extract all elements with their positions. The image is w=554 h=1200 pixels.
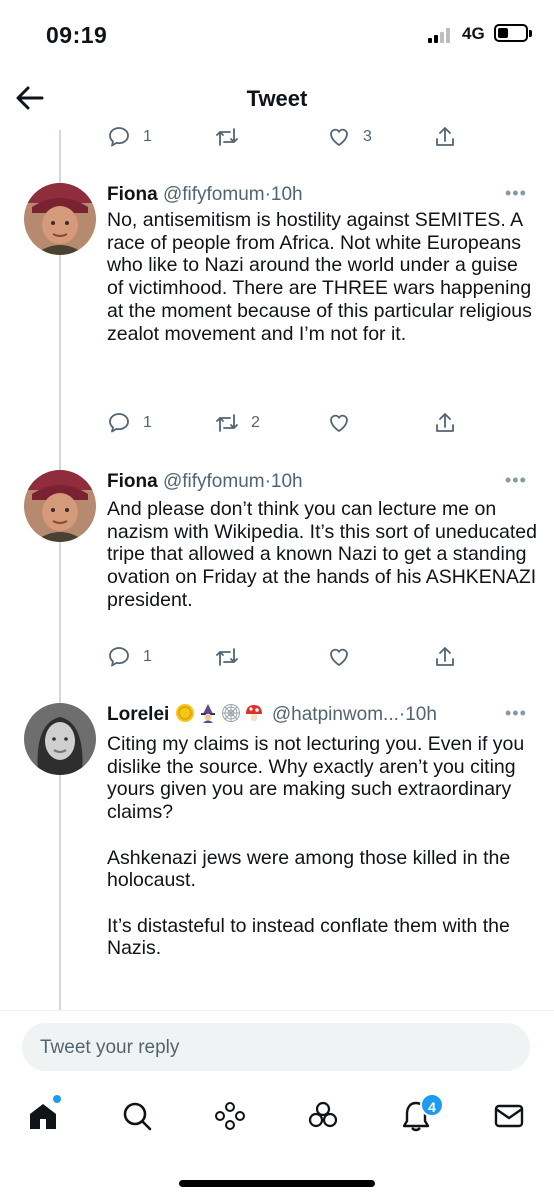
status-bar: 09:19 4G: [0, 0, 554, 68]
tweet-text: No, antisemitism is hostility against SE…: [107, 209, 532, 345]
bottom-tab-bar: 4: [0, 1082, 554, 1162]
more-options-icon[interactable]: •••: [505, 183, 527, 204]
reply-count: 1: [143, 128, 152, 145]
user-handle[interactable]: @fifyfomum: [163, 471, 265, 492]
messages-icon: [494, 1104, 524, 1128]
retweet-icon: [216, 414, 238, 432]
home-indicator: [179, 1180, 375, 1187]
share-button[interactable]: [433, 122, 457, 152]
witch-emoji-icon: [200, 704, 215, 723]
tweet-paragraph: Ashkenazi jews were among those killed i…: [107, 846, 511, 892]
avatar[interactable]: [24, 470, 96, 542]
retweet-button[interactable]: [215, 642, 251, 672]
user-handle[interactable]: @hatpinwom...: [272, 704, 399, 725]
like-button[interactable]: [327, 408, 363, 438]
thread-line: [59, 130, 61, 1010]
tweet-text: Citing my claims is not lecturing you. E…: [107, 733, 537, 960]
tweet-paragraph: Citing my claims is not lecturing you. E…: [107, 733, 525, 824]
retweet-icon: [216, 648, 238, 666]
timestamp[interactable]: 10h: [271, 471, 303, 492]
share-button[interactable]: [433, 642, 457, 672]
notifications-badge: 4: [420, 1093, 444, 1117]
tweet-header: Fiona @fifyfomum·10h: [107, 183, 303, 207]
user-handle[interactable]: @fifyfomum: [163, 184, 265, 205]
tweet-text: And please don’t think you can lecture m…: [107, 498, 537, 611]
tweet-header: Lorelei @hatpinwom...·10h: [107, 703, 437, 727]
reply-button[interactable]: 1: [107, 122, 152, 152]
share-icon: [436, 127, 454, 146]
status-time: 09:19: [46, 22, 108, 48]
reply-bar: Tweet your reply: [0, 1010, 554, 1082]
spaces-icon: [215, 1102, 245, 1130]
mushroom-emoji-icon: [245, 705, 262, 721]
tweet-header: Fiona @fifyfomum·10h: [107, 470, 303, 494]
heart-icon: [330, 414, 348, 432]
display-name[interactable]: Fiona: [107, 471, 158, 492]
home-icon: [30, 1104, 56, 1129]
retweet-button[interactable]: [215, 122, 251, 152]
timestamp[interactable]: 10h: [405, 704, 437, 725]
avatar[interactable]: [24, 703, 96, 775]
communities-icon: [308, 1101, 338, 1128]
tab-communities[interactable]: [303, 1096, 343, 1136]
reply-placeholder: Tweet your reply: [40, 1037, 180, 1058]
nav-header: Tweet: [0, 68, 554, 130]
avatar[interactable]: [24, 183, 96, 255]
reply-icon: [109, 413, 129, 433]
tab-spaces[interactable]: [210, 1096, 250, 1136]
share-icon: [436, 413, 454, 432]
tweet-actions: 1 2: [107, 408, 467, 438]
spider-web-emoji-icon: [221, 704, 240, 722]
display-name[interactable]: Lorelei: [107, 704, 169, 725]
like-button[interactable]: 3: [327, 122, 372, 152]
tweet-paragraph: It’s distasteful to instead conflate the…: [107, 914, 510, 960]
network-type: 4G: [462, 24, 485, 43]
retweet-button[interactable]: 2: [215, 408, 260, 438]
reply-icon: [109, 647, 129, 667]
more-options-icon[interactable]: •••: [505, 703, 527, 724]
battery-icon: [494, 24, 532, 42]
reply-icon: [109, 127, 129, 147]
reply-count: 1: [143, 648, 152, 665]
timestamp[interactable]: 10h: [271, 184, 303, 205]
reply-button[interactable]: 1: [107, 408, 152, 438]
tweet-actions: 1: [107, 642, 467, 672]
more-options-icon[interactable]: •••: [505, 470, 527, 491]
avatar-image: [24, 183, 96, 255]
retweet-count: 2: [251, 414, 260, 431]
tab-messages[interactable]: [489, 1096, 529, 1136]
display-name[interactable]: Fiona: [107, 184, 158, 205]
search-icon: [123, 1102, 152, 1131]
avatar-image: [24, 703, 96, 775]
avatar-image: [24, 470, 96, 542]
coin-emoji-icon: [175, 704, 194, 722]
page-title: Tweet: [246, 86, 308, 111]
signal-icon: [428, 27, 456, 43]
home-unread-dot: [53, 1095, 61, 1103]
reply-input[interactable]: Tweet your reply: [22, 1023, 530, 1071]
previous-tweet-actions: 1 3: [107, 122, 467, 152]
tab-search[interactable]: [117, 1096, 157, 1136]
share-button[interactable]: [433, 408, 457, 438]
heart-icon: [330, 648, 348, 666]
like-count: 3: [363, 128, 372, 145]
like-button[interactable]: [327, 642, 363, 672]
share-icon: [436, 647, 454, 666]
reply-count: 1: [143, 414, 152, 431]
retweet-icon: [216, 128, 238, 146]
reply-button[interactable]: 1: [107, 642, 152, 672]
heart-icon: [330, 128, 348, 146]
